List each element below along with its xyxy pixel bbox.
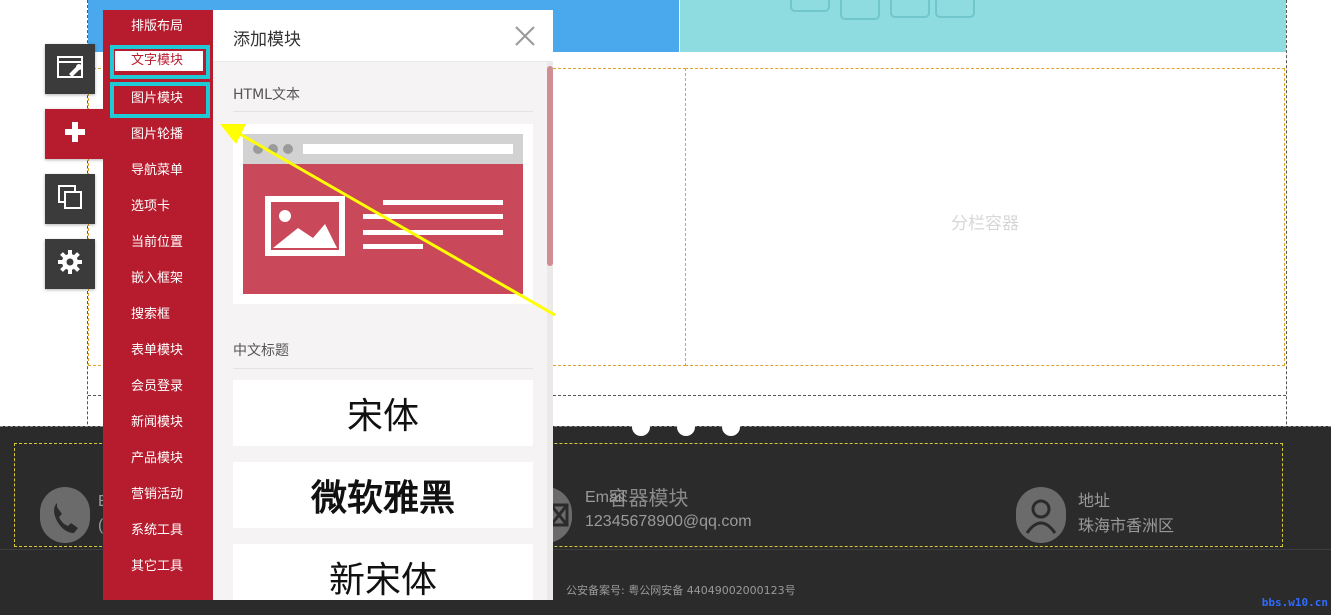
editor-stage: 分栏容器 容器模块 E( Email 12345678900@qq.com 地址… [0,0,1331,615]
annotation-arrow [220,124,556,317]
